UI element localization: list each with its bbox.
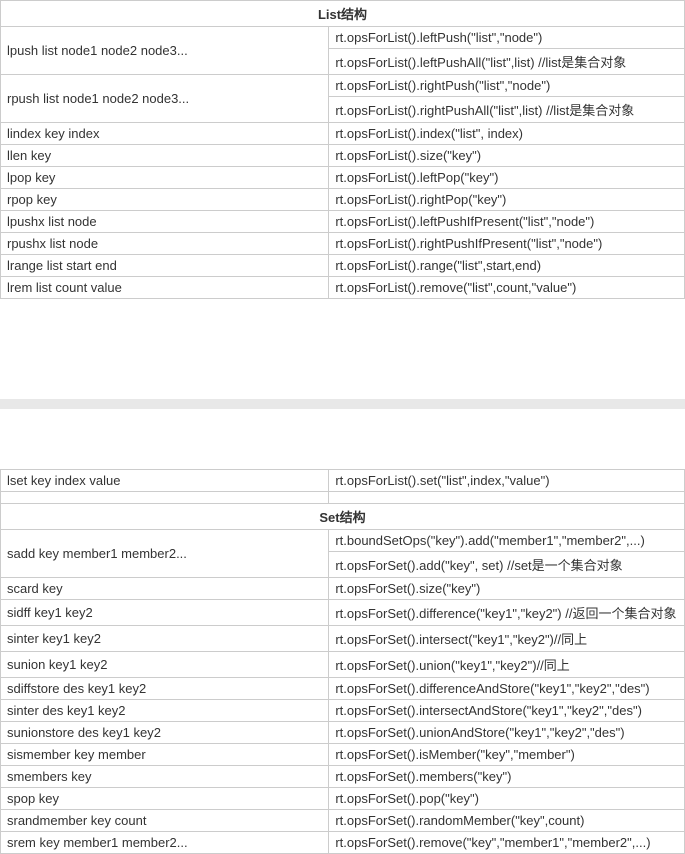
api-cell: rt.opsForSet().intersectAndStore("key1",… bbox=[329, 700, 685, 722]
api-cell: rt.opsForList().leftPushIfPresent("list"… bbox=[329, 211, 685, 233]
api-cell: rt.opsForSet().randomMember("key",count) bbox=[329, 810, 685, 832]
separator-gap-top bbox=[0, 299, 685, 399]
command-cell: sidff key1 key2 bbox=[1, 600, 329, 626]
command-cell: smembers key bbox=[1, 766, 329, 788]
command-cell: sdiffstore des key1 key2 bbox=[1, 678, 329, 700]
api-cell: rt.opsForList().set("list",index,"value"… bbox=[329, 470, 685, 492]
command-cell: lrange list start end bbox=[1, 255, 329, 277]
command-cell: srandmember key count bbox=[1, 810, 329, 832]
api-cell: rt.opsForList().rightPop("key") bbox=[329, 189, 685, 211]
empty-cell bbox=[1, 492, 329, 504]
table-header-list: List结构 bbox=[1, 1, 685, 27]
api-cell: rt.opsForList().leftPushAll("list",list)… bbox=[329, 49, 685, 75]
command-cell: rpop key bbox=[1, 189, 329, 211]
api-cell: rt.opsForList().rightPushIfPresent("list… bbox=[329, 233, 685, 255]
api-cell: rt.opsForSet().union("key1","key2")//同上 bbox=[329, 652, 685, 678]
api-cell: rt.opsForSet().size("key") bbox=[329, 578, 685, 600]
api-cell: rt.opsForList().remove("list",count,"val… bbox=[329, 277, 685, 299]
list-table: List结构lpush list node1 node2 node3...rt.… bbox=[0, 0, 685, 299]
separator-bar bbox=[0, 399, 685, 409]
api-cell: rt.opsForSet().intersect("key1","key2")/… bbox=[329, 626, 685, 652]
command-cell: sismember key member bbox=[1, 744, 329, 766]
command-cell: sunionstore des key1 key2 bbox=[1, 722, 329, 744]
command-cell: sinter des key1 key2 bbox=[1, 700, 329, 722]
command-cell: sinter key1 key2 bbox=[1, 626, 329, 652]
command-cell: llen key bbox=[1, 145, 329, 167]
empty-cell bbox=[329, 492, 685, 504]
api-cell: rt.opsForSet().add("key", set) //set是一个集… bbox=[329, 552, 685, 578]
api-cell: rt.opsForList().leftPop("key") bbox=[329, 167, 685, 189]
api-cell: rt.opsForList().leftPush("list","node") bbox=[329, 27, 685, 49]
api-cell: rt.opsForList().range("list",start,end) bbox=[329, 255, 685, 277]
api-cell: rt.opsForSet().differenceAndStore("key1"… bbox=[329, 678, 685, 700]
table-header-set: Set结构 bbox=[1, 504, 685, 530]
command-cell: scard key bbox=[1, 578, 329, 600]
command-cell: lindex key index bbox=[1, 123, 329, 145]
api-cell: rt.opsForSet().pop("key") bbox=[329, 788, 685, 810]
api-cell: rt.opsForSet().difference("key1","key2")… bbox=[329, 600, 685, 626]
command-cell: lrem list count value bbox=[1, 277, 329, 299]
api-cell: rt.opsForSet().members("key") bbox=[329, 766, 685, 788]
command-cell: sunion key1 key2 bbox=[1, 652, 329, 678]
command-cell: sadd key member1 member2... bbox=[1, 530, 329, 578]
set-table: lset key index valuert.opsForList().set(… bbox=[0, 469, 685, 854]
api-cell: rt.opsForList().size("key") bbox=[329, 145, 685, 167]
command-cell: lpush list node1 node2 node3... bbox=[1, 27, 329, 75]
command-cell: lpushx list node bbox=[1, 211, 329, 233]
api-cell: rt.opsForList().index("list", index) bbox=[329, 123, 685, 145]
command-cell: lpop key bbox=[1, 167, 329, 189]
api-cell: rt.opsForSet().isMember("key","member") bbox=[329, 744, 685, 766]
command-cell: rpush list node1 node2 node3... bbox=[1, 75, 329, 123]
api-cell: rt.opsForSet().unionAndStore("key1","key… bbox=[329, 722, 685, 744]
api-cell: rt.opsForList().rightPush("list","node") bbox=[329, 75, 685, 97]
separator-gap-bottom bbox=[0, 409, 685, 469]
command-cell: spop key bbox=[1, 788, 329, 810]
api-cell: rt.opsForList().rightPushAll("list",list… bbox=[329, 97, 685, 123]
command-cell: lset key index value bbox=[1, 470, 329, 492]
api-cell: rt.boundSetOps("key").add("member1","mem… bbox=[329, 530, 685, 552]
api-cell: rt.opsForSet().remove("key","member1","m… bbox=[329, 832, 685, 854]
command-cell: rpushx list node bbox=[1, 233, 329, 255]
command-cell: srem key member1 member2... bbox=[1, 832, 329, 854]
